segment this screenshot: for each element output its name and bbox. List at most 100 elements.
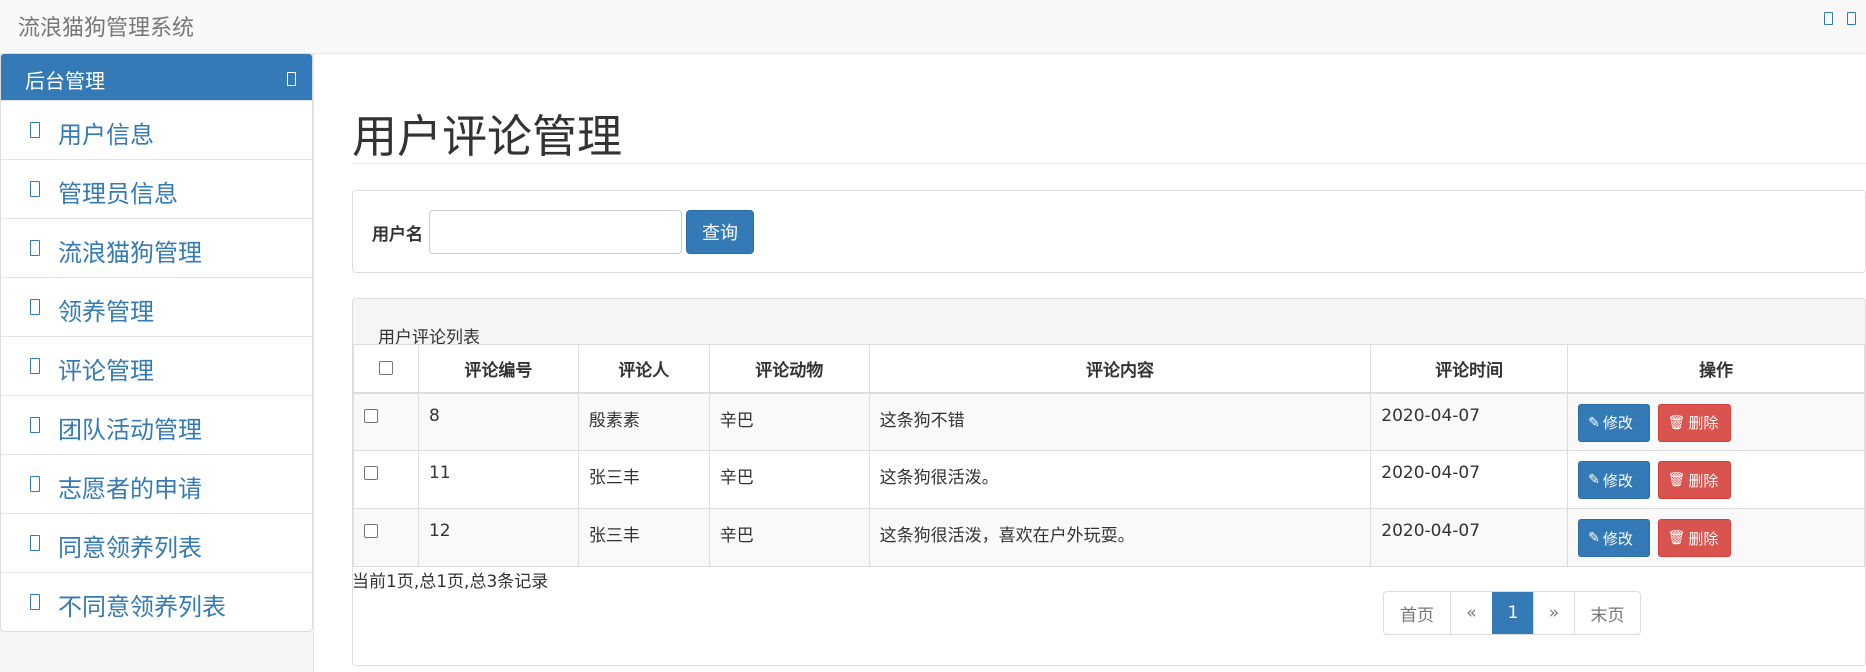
row-actions: ✎ 修改 🗑 删除 [1567,392,1865,451]
edit-button[interactable]: ✎ 修改 [1578,461,1651,499]
delete-label: 删除 [1688,414,1719,432]
row-select-cell [353,392,419,451]
sidebar-heading-label: 后台管理 [25,69,105,93]
search-panel: 用户名 查询 [352,190,1866,273]
sidebar-item-label: 流浪猫狗管理 [58,239,202,267]
sidebar-panel: 后台管理 用户信息 管理员信息 流浪猫狗管理 领养管理 评论管理 团队活动管理 … [0,53,313,632]
comment-id: 12 [417,508,579,567]
sidebar-item-stray-animals[interactable]: 流浪猫狗管理 [1,218,312,277]
collapse-icon[interactable] [287,72,296,86]
comment-time: 2020-04-07 [1370,392,1569,451]
select-all-checkbox[interactable] [378,361,393,376]
comment-animal: 辛巴 [708,392,870,451]
menu-item-icon [30,181,40,197]
menu-item-icon [30,417,40,433]
top-navbar: 流浪猫狗管理系统 [0,0,1866,54]
comment-time: 2020-04-07 [1370,508,1569,567]
trash-icon: 🗑 [1667,472,1686,488]
sidebar-item-admin-info[interactable]: 管理员信息 [1,159,312,218]
table-row: 12 张三丰 辛巴 这条狗很活泼，喜欢在户外玩耍。 2020-04-07 ✎ 修改… [353,508,1865,567]
comment-id: 11 [417,450,579,509]
comment-content: 这条狗很活泼。 [868,450,1372,509]
comment-user: 张三丰 [577,450,710,509]
column-header: 操作 [1567,344,1865,394]
title-divider [352,163,1866,164]
comment-user: 殷素素 [577,392,710,451]
sidebar-item-team-activities[interactable]: 团队活动管理 [1,395,312,454]
sidebar-item-label: 团队活动管理 [58,416,202,444]
edit-button[interactable]: ✎ 修改 [1578,403,1651,442]
sidebar-item-label: 用户信息 [58,121,154,149]
pencil-icon: ✎ [1588,414,1600,431]
delete-button[interactable]: 🗑 删除 [1657,519,1731,557]
row-actions: ✎ 修改 🗑 删除 [1567,450,1865,509]
comment-content: 这条狗很活泼，喜欢在户外玩耍。 [868,508,1372,567]
delete-label: 删除 [1688,471,1719,490]
next-page-button[interactable]: » [1533,592,1574,634]
row-actions: ✎ 修改 🗑 删除 [1567,508,1865,567]
app-brand[interactable]: 流浪猫狗管理系统 [18,10,194,42]
sidebar-item-label: 同意领养列表 [58,534,202,562]
row-checkbox[interactable] [364,466,378,480]
row-select-cell [353,508,419,567]
column-header[interactable]: 评论时间 [1370,344,1569,394]
sidebar-item-approved-adoptions[interactable]: 同意领养列表 [1,513,312,572]
username-label: 用户名 [372,225,423,245]
column-header[interactable]: 评论人 [577,344,710,394]
sidebar-item-user-info[interactable]: 用户信息 [1,100,312,159]
row-select-cell [353,450,419,509]
sidebar-item-label: 管理员信息 [58,180,178,208]
first-page-button[interactable]: 首页 [1384,592,1450,634]
menu-item-icon [30,122,40,138]
table-row: 8 殷素素 辛巴 这条狗不错 2020-04-07 ✎ 修改 🗑 删除 [353,392,1865,451]
comment-time: 2020-04-07 [1370,450,1569,509]
pencil-icon: ✎ [1588,472,1600,488]
trash-icon: 🗑 [1667,530,1686,546]
username-search-input[interactable] [429,210,682,254]
list-panel-heading: 用户评论列表 [353,299,1865,348]
menu-item-icon [30,240,40,256]
edit-label: 修改 [1602,414,1633,432]
table-header-row: 评论编号 评论人 评论动物 评论内容 评论时间 操作 [353,344,1865,394]
last-page-button[interactable]: 末页 [1574,592,1640,634]
edit-label: 修改 [1602,471,1633,490]
sidebar-item-comments[interactable]: 评论管理 [1,336,312,395]
delete-label: 删除 [1688,529,1719,548]
column-header[interactable]: 评论编号 [417,344,579,394]
page-title: 用户评论管理 [352,110,623,163]
select-all-header [353,344,419,394]
sidebar-item-rejected-adoptions[interactable]: 不同意领养列表 [1,572,312,631]
menu-item-icon [30,299,40,315]
pagination: 首页 « 1 » 末页 [1383,591,1641,635]
sidebar-item-label: 领养管理 [58,298,154,326]
delete-button[interactable]: 🗑 删除 [1657,461,1731,499]
logout-icon[interactable] [1847,12,1856,25]
current-page[interactable]: 1 [1492,592,1533,634]
column-header[interactable]: 评论内容 [868,344,1372,394]
record-info: 当前1页,总1页,总3条记录 [352,572,549,592]
delete-button[interactable]: 🗑 删除 [1657,403,1731,442]
sidebar-item-label: 志愿者的申请 [58,475,202,503]
menu-item-icon [30,476,40,492]
sidebar-item-label: 不同意领养列表 [58,593,226,621]
comment-user: 张三丰 [577,508,710,567]
menu-item-icon [30,535,40,551]
sidebar-item-volunteer-applications[interactable]: 志愿者的申请 [1,454,312,513]
user-icon[interactable] [1824,12,1833,25]
comment-animal: 辛巴 [708,450,870,509]
row-checkbox[interactable] [364,524,378,538]
row-checkbox[interactable] [364,408,378,423]
sidebar-item-adoption[interactable]: 领养管理 [1,277,312,336]
menu-item-icon [30,358,40,374]
comment-table: 评论编号 评论人 评论动物 评论内容 评论时间 操作 8 殷素素 辛巴 这条狗不… [353,344,1865,567]
column-header[interactable]: 评论动物 [708,344,870,394]
comment-id: 8 [417,392,579,451]
sidebar-heading[interactable]: 后台管理 [1,54,312,100]
edit-button[interactable]: ✎ 修改 [1578,519,1651,557]
menu-item-icon [30,594,40,610]
prev-page-button[interactable]: « [1450,592,1492,634]
trash-icon: 🗑 [1667,414,1686,431]
pencil-icon: ✎ [1588,530,1600,546]
sidebar-item-label: 评论管理 [58,357,154,385]
query-button[interactable]: 查询 [686,210,754,254]
